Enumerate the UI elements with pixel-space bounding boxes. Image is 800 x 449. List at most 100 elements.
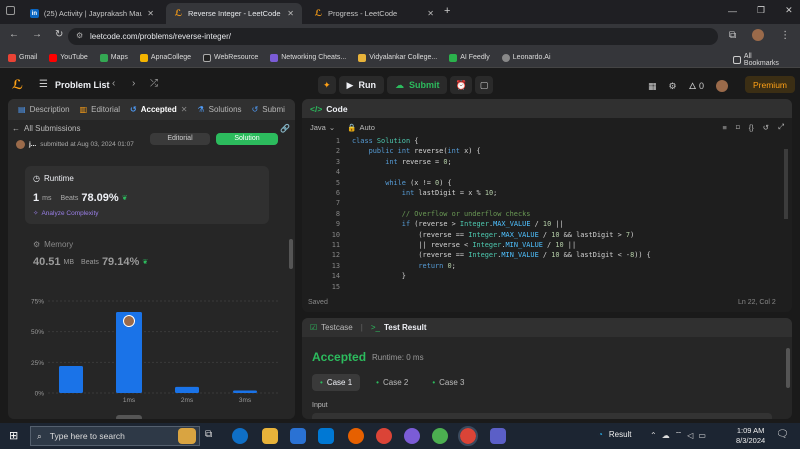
premium-button[interactable]: Premium: [745, 76, 796, 93]
auto-mode-label[interactable]: Auto: [359, 123, 374, 132]
result-scrollbar[interactable]: [786, 348, 790, 388]
file-explorer-icon[interactable]: [262, 428, 278, 444]
tab-description[interactable]: ▤ Description: [18, 105, 70, 114]
avatar[interactable]: [16, 140, 25, 149]
speaker-icon[interactable]: ◁: [687, 431, 693, 440]
clock[interactable]: 1:09 AM 8/3/2024: [736, 426, 765, 446]
code-line[interactable]: 8 // Overflow or underflow checks: [302, 210, 772, 220]
chrome-profile-icon[interactable]: [432, 428, 448, 444]
store-icon[interactable]: [290, 428, 306, 444]
search-highlight-icon[interactable]: [178, 428, 196, 444]
bookmark-apnacollege[interactable]: ApnaCollege: [139, 53, 191, 62]
reset-icon[interactable]: ↺: [763, 123, 769, 132]
tab-test-result[interactable]: Test Result: [384, 323, 427, 332]
format-icon[interactable]: ≡: [722, 123, 726, 132]
code-line[interactable]: 11 || reverse < Integer.MIN_VALUE / 10 |…: [302, 241, 772, 251]
runtime-card[interactable]: ◷ Runtime 1 ms Beats 78.09% ❦ ✧ Analyze Co…: [25, 166, 269, 224]
solution-button[interactable]: Solution: [216, 133, 278, 145]
code-line[interactable]: 7: [302, 199, 772, 209]
timer-button[interactable]: ⏰: [450, 76, 472, 94]
braces-icon[interactable]: {}: [749, 123, 754, 132]
extensions-icon[interactable]: ⧉: [729, 30, 736, 41]
code-editor[interactable]: 1 class Solution {2 public int reverse(in…: [302, 137, 782, 293]
battery-icon[interactable]: ▭: [698, 431, 706, 440]
submit-button[interactable]: ☁ Submit: [386, 76, 448, 94]
firefox-icon[interactable]: [348, 428, 364, 444]
forward-icon[interactable]: →: [32, 29, 42, 40]
prev-problem-icon[interactable]: ‹: [112, 78, 115, 89]
code-line[interactable]: 14 }: [302, 272, 772, 282]
tab-accepted[interactable]: ↺ Accepted ✕: [130, 105, 187, 114]
back-icon[interactable]: ←: [9, 29, 19, 40]
user-avatar[interactable]: [716, 80, 728, 92]
menu-icon[interactable]: ⋮: [780, 30, 790, 41]
case-2-tab[interactable]: • Case 2: [368, 374, 416, 391]
code-line[interactable]: 15: [302, 283, 772, 293]
new-tab-button[interactable]: +: [444, 5, 450, 17]
browser-tab-reverse-integer[interactable]: ℒ Reverse Integer - LeetCode ✕: [166, 3, 302, 24]
code-line[interactable]: 1 class Solution {: [302, 137, 772, 147]
bookmark-networking[interactable]: Networking Cheats...: [270, 53, 346, 62]
input-box[interactable]: [312, 413, 772, 419]
edge-icon[interactable]: [232, 428, 248, 444]
bookmark-vidyalankar[interactable]: Vidyalankar College...: [358, 53, 437, 62]
streak-counter[interactable]: 🜂 0: [689, 77, 704, 95]
bookmark-webresource[interactable]: WebResource: [203, 53, 258, 62]
case-1-tab[interactable]: • Case 1: [312, 374, 361, 391]
debug-button[interactable]: ✦: [318, 76, 336, 94]
bookmark-ai-feedly[interactable]: AI Feedly: [449, 53, 490, 62]
shuffle-icon[interactable]: ⤮: [150, 78, 158, 89]
task-view-icon[interactable]: ⧉: [205, 429, 212, 440]
close-tab-icon[interactable]: ✕: [427, 9, 434, 18]
tab-search-icon[interactable]: [6, 6, 15, 15]
site-info-icon[interactable]: ⚙: [76, 31, 83, 40]
url-input[interactable]: ⚙ leetcode.com/problems/reverse-integer/: [68, 28, 718, 45]
chrome-icon[interactable]: [376, 428, 392, 444]
case-3-tab[interactable]: • Case 3: [424, 374, 472, 391]
editor-scrollbar[interactable]: [784, 149, 788, 219]
chrome-active-icon[interactable]: [458, 426, 478, 446]
browser-tab-linkedin[interactable]: in (25) Activity | Jayprakash Maury… ✕: [22, 3, 162, 24]
memory-card[interactable]: ⚙ Memory 40.51 MB Beats 79.14% ❦: [25, 234, 269, 274]
code-line[interactable]: 13 return 0;: [302, 262, 772, 272]
teams-icon[interactable]: [490, 428, 506, 444]
chart-scroll-handle[interactable]: [116, 415, 142, 419]
editorial-button[interactable]: Editorial: [150, 133, 210, 145]
app-icon[interactable]: [404, 428, 420, 444]
code-line[interactable]: 12 (reverse == Integer.MIN_VALUE / 10 &&…: [302, 251, 772, 261]
bookmark-gmail[interactable]: Gmail: [8, 53, 37, 62]
tab-solutions[interactable]: ⚗ Solutions: [197, 105, 241, 114]
tab-testcase[interactable]: Testcase: [321, 323, 353, 332]
taskbar-search-input[interactable]: ⌕ Type here to search: [30, 426, 200, 446]
minimize-icon[interactable]: —: [728, 6, 737, 16]
bookmark-youtube[interactable]: YouTube: [49, 53, 88, 62]
run-button[interactable]: ▶ Run: [338, 76, 384, 94]
expand-icon[interactable]: ⤢: [778, 122, 784, 132]
code-line[interactable]: 2 public int reverse(int x) {: [302, 147, 772, 157]
problem-list-link[interactable]: Problem List: [55, 80, 110, 90]
restore-icon[interactable]: ❐: [757, 5, 765, 16]
mail-icon[interactable]: [318, 428, 334, 444]
weather-widget[interactable]: ◔ Result: [598, 430, 632, 439]
panel-scrollbar[interactable]: [289, 239, 293, 269]
bookmark-maps[interactable]: Maps: [99, 53, 128, 62]
language-select[interactable]: Java: [310, 123, 326, 132]
username[interactable]: j...: [29, 141, 36, 148]
analyze-complexity-link[interactable]: ✧ Analyze Complexity: [33, 209, 99, 218]
code-line[interactable]: 9 if (reverse > Integer.MAX_VALUE / 10 |…: [302, 220, 772, 230]
settings-icon[interactable]: ⚙: [669, 81, 677, 92]
all-bookmarks[interactable]: All Bookmarks: [733, 53, 788, 67]
code-line[interactable]: 6 int lastDigit = x % 10;: [302, 189, 772, 199]
close-tab-icon[interactable]: ✕: [181, 105, 188, 114]
tab-submissions[interactable]: ↺ Submi: [252, 105, 285, 114]
windows-start-icon[interactable]: ⊞: [9, 429, 18, 442]
code-line[interactable]: 4: [302, 168, 772, 178]
close-tab-icon[interactable]: ✕: [287, 9, 294, 18]
code-line[interactable]: 5 while (x != 0) {: [302, 179, 772, 189]
notes-button[interactable]: ▢: [474, 76, 494, 94]
cloud-icon[interactable]: ☁: [662, 431, 670, 440]
profile-avatar[interactable]: [752, 29, 765, 41]
notification-icon[interactable]: 🗨: [776, 429, 789, 440]
network-icon[interactable]: ⌔: [675, 430, 683, 440]
bookmark-leonardo[interactable]: Leonardo.Ai: [501, 53, 551, 62]
